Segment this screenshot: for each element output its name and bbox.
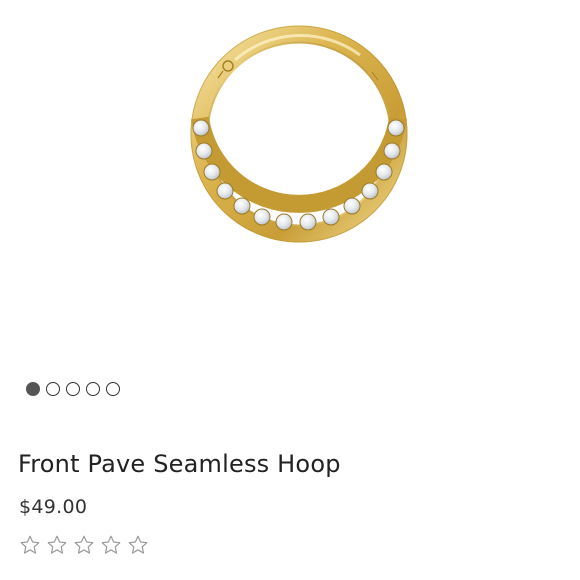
product-title: Front Pave Seamless Hoop [18, 450, 341, 478]
product-image[interactable] [0, 0, 580, 360]
carousel-dot[interactable] [66, 382, 80, 396]
carousel-dot[interactable] [26, 382, 40, 396]
star-outline-icon[interactable] [127, 534, 149, 556]
carousel-dot[interactable] [46, 382, 60, 396]
product-price: $49.00 [19, 496, 88, 518]
star-outline-icon[interactable] [19, 534, 41, 556]
hoop-earring-image [190, 25, 408, 243]
star-outline-icon[interactable] [100, 534, 122, 556]
star-outline-icon[interactable] [73, 534, 95, 556]
star-rating [19, 534, 149, 556]
carousel-dot[interactable] [86, 382, 100, 396]
carousel-pagination [26, 382, 120, 396]
star-outline-icon[interactable] [46, 534, 68, 556]
carousel-dot[interactable] [106, 382, 120, 396]
